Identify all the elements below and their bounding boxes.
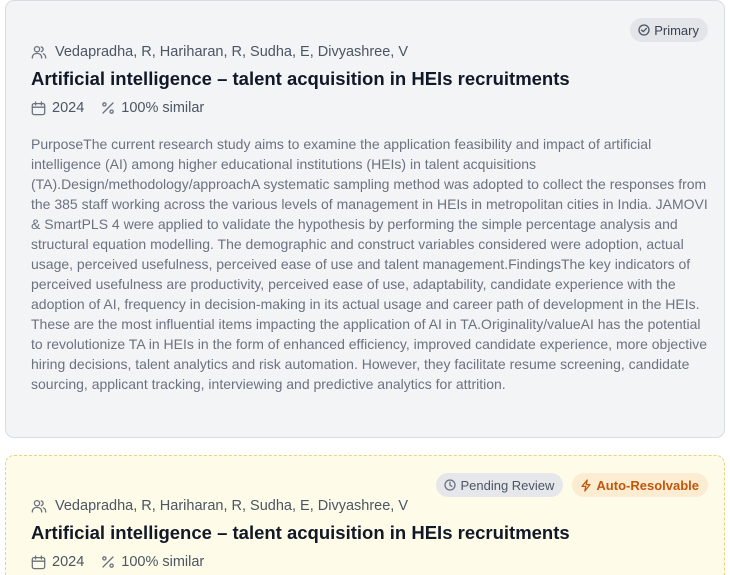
meta-row: 2024 100% similar <box>31 552 204 572</box>
pending-review-badge: Pending Review <box>436 473 564 497</box>
result-card-primary[interactable]: Primary Vedapradha, R, Hariharan, R, Sud… <box>5 0 725 438</box>
similarity-text: 100% similar <box>121 554 205 570</box>
authors-line: Vedapradha, R, Hariharan, R, Sudha, E, D… <box>31 496 408 516</box>
paper-title[interactable]: Artificial intelligence – talent acquisi… <box>31 522 570 544</box>
calendar-icon <box>31 554 46 570</box>
badge-row: Pending Review Auto-Resolvable <box>436 473 708 497</box>
check-circle-icon <box>638 24 650 36</box>
clock-icon <box>444 479 457 491</box>
meta-row: 2024 100% similar <box>31 98 204 118</box>
similarity-item: 100% similar <box>101 100 204 116</box>
percent-icon <box>101 101 115 115</box>
year-item: 2024 <box>31 554 84 570</box>
badge-row: Primary <box>630 18 708 42</box>
percent-icon <box>101 555 115 569</box>
authors-line: Vedapradha, R, Hariharan, R, Sudha, E, D… <box>31 42 408 62</box>
similarity-item: 100% similar <box>101 554 204 570</box>
calendar-icon <box>31 100 46 116</box>
primary-badge-label: Primary <box>654 22 699 38</box>
year-text: 2024 <box>52 554 85 570</box>
users-icon <box>31 44 47 60</box>
paper-title[interactable]: Artificial intelligence – talent acquisi… <box>31 68 570 90</box>
similarity-text: 100% similar <box>121 100 205 116</box>
primary-badge: Primary <box>630 18 708 42</box>
lightning-icon <box>580 478 592 492</box>
auto-resolvable-label: Auto-Resolvable <box>596 477 699 493</box>
pending-review-label: Pending Review <box>460 477 555 493</box>
year-text: 2024 <box>52 100 85 116</box>
users-icon <box>31 498 47 514</box>
result-card-pending[interactable]: Pending Review Auto-Resolvable Vedapradh… <box>5 455 725 575</box>
auto-resolvable-badge: Auto-Resolvable <box>572 473 708 497</box>
abstract-text: PurposeThe current research study aims t… <box>31 136 708 392</box>
authors-text: Vedapradha, R, Hariharan, R, Sudha, E, D… <box>55 44 409 60</box>
year-item: 2024 <box>31 100 84 116</box>
authors-text: Vedapradha, R, Hariharan, R, Sudha, E, D… <box>55 498 409 514</box>
